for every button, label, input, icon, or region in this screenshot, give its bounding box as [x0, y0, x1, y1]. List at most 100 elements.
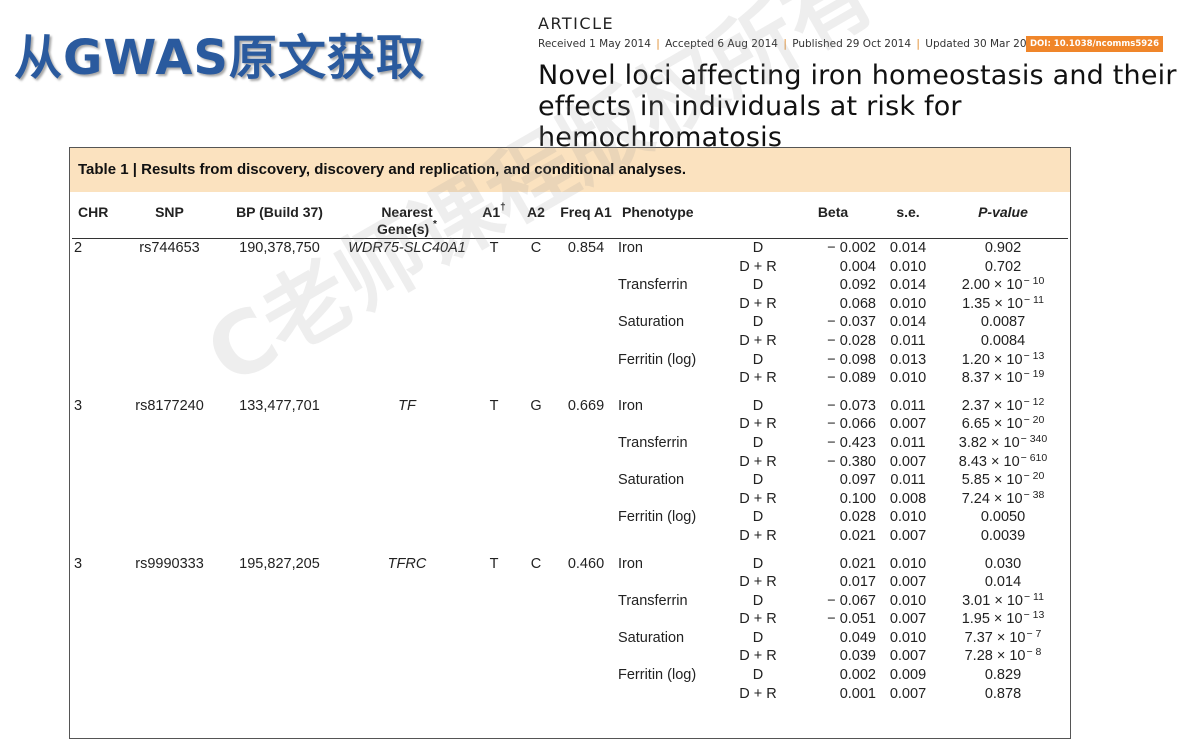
table-row: 2 rs744653 190,378,750 WDR75-SLC40A1 T C 0.854… — [72, 239, 1068, 258]
cell-p-value: 0.030 — [984, 555, 1022, 572]
p-value-mantissa: 1.35 × 10 — [962, 295, 1023, 312]
cell-analysis: D + R — [739, 685, 777, 702]
cell-se: 0.014 — [889, 277, 927, 294]
cell-empty — [72, 471, 122, 490]
cell-empty — [217, 629, 342, 648]
cell-beta: − 0.051 — [827, 611, 876, 628]
table-row: D + R − 0.028 0.011 0.0084 — [72, 332, 1068, 351]
cell-empty — [72, 629, 122, 648]
cell-empty — [122, 573, 217, 592]
cell-bp: 133,477,701 — [239, 397, 320, 414]
table-row: Transferrin D 0.092 0.014 2.00 × 10− 10 — [72, 275, 1068, 295]
p-value-exponent: − 13 — [1023, 609, 1045, 622]
cell-freq: 0.460 — [567, 555, 605, 572]
cell-empty — [72, 527, 122, 546]
cell-empty — [122, 490, 217, 509]
article-dates-row: Received 1 May 2014 | Accepted 6 Aug 201… — [538, 35, 1178, 57]
row-spacer-cell — [72, 388, 1068, 397]
cell-se: 0.011 — [890, 332, 926, 349]
cell-p-value: 7.37 × 10− 7 — [938, 628, 1068, 648]
p-value-mantissa: 7.37 × 10 — [964, 629, 1026, 646]
cell-se: 0.009 — [889, 667, 927, 684]
cell-se: 0.010 — [889, 555, 927, 572]
cell-empty — [72, 508, 122, 527]
cell-analysis: D — [752, 592, 764, 609]
cell-empty — [122, 434, 217, 453]
cell-empty — [342, 471, 472, 490]
results-body: 2 rs744653 190,378,750 WDR75-SLC40A1 T C 0.854… — [72, 239, 1068, 704]
table-row: 3 rs8177240 133,477,701 TF T G 0.669 Iron D − 0.0… — [72, 396, 1068, 416]
cell-beta: − 0.066 — [827, 416, 876, 433]
cell-empty — [516, 276, 556, 295]
cell-phenotype — [616, 490, 728, 509]
header-p-value-label: P-value — [978, 204, 1028, 220]
cell-beta: − 0.067 — [827, 592, 876, 609]
cell-empty — [556, 685, 616, 704]
header-bp: BP (Build 37) — [217, 192, 342, 239]
cell-empty — [122, 258, 217, 277]
cell-empty — [556, 629, 616, 648]
cell-empty — [516, 490, 556, 509]
cell-empty — [556, 666, 616, 685]
cell-empty — [72, 666, 122, 685]
cell-se: 0.010 — [889, 592, 927, 609]
cell-phenotype — [616, 610, 728, 629]
date-separator: | — [783, 38, 787, 50]
cell-beta: 0.021 — [839, 555, 876, 572]
cell-chr: 3 — [74, 397, 83, 414]
cell-beta: 0.002 — [839, 667, 876, 684]
cell-empty — [516, 434, 556, 453]
cell-analysis: D — [752, 509, 764, 526]
cell-empty — [516, 629, 556, 648]
table-row: D + R 0.021 0.007 0.0039 — [72, 527, 1068, 546]
cell-empty — [122, 295, 217, 314]
cell-empty — [122, 471, 217, 490]
cell-phenotype — [616, 647, 728, 666]
cell-empty — [342, 685, 472, 704]
cell-empty — [217, 453, 342, 472]
cell-empty — [72, 647, 122, 666]
cell-p-value: 0.0039 — [980, 527, 1026, 544]
cell-empty — [122, 610, 217, 629]
cell-empty — [122, 453, 217, 472]
cell-empty — [472, 369, 516, 388]
cell-analysis: D + R — [739, 648, 777, 665]
updated-date: Updated 30 Mar 2014 — [925, 38, 1040, 50]
cell-empty — [72, 592, 122, 611]
cell-empty — [556, 508, 616, 527]
cell-empty — [516, 258, 556, 277]
cell-p-value: 2.00 × 10− 10 — [938, 275, 1068, 295]
cell-se: 0.007 — [889, 416, 927, 433]
cell-nearest-gene: WDR75-SLC40A1 — [348, 240, 466, 256]
cell-analysis: D + R — [739, 453, 777, 470]
cell-empty — [556, 313, 616, 332]
doi-badge[interactable]: DOI: 10.1038/ncomms5926 — [1026, 36, 1163, 52]
cell-nearest-gene: TF — [398, 397, 416, 414]
table-row: Transferrin D − 0.423 0.011 3.82 × 10− 340 — [72, 433, 1068, 453]
cell-p-value: 1.20 × 10− 13 — [938, 350, 1068, 370]
cell-empty — [516, 666, 556, 685]
article-title-line-2: effects in individuals at risk for hemoc… — [538, 91, 962, 153]
table-row: D + R 0.039 0.007 7.28 × 10− 8 — [72, 646, 1068, 666]
cell-analysis: D — [752, 277, 764, 294]
cell-empty — [122, 415, 217, 434]
cell-snp: rs744653 — [139, 240, 200, 256]
cell-empty — [342, 351, 472, 370]
cell-empty — [472, 276, 516, 295]
row-spacer-cell — [72, 546, 1068, 555]
cell-empty — [342, 258, 472, 277]
cell-analysis: D — [752, 667, 764, 684]
cell-se: 0.008 — [889, 490, 927, 507]
cell-freq: 0.854 — [567, 240, 605, 256]
cell-empty — [472, 415, 516, 434]
article-title: Novel loci affecting iron homeostasis an… — [538, 60, 1178, 153]
cell-empty — [217, 508, 342, 527]
cell-empty — [342, 490, 472, 509]
cell-p-value: 6.65 × 10− 20 — [938, 414, 1068, 434]
cell-empty — [342, 592, 472, 611]
cell-p-value: 0.829 — [984, 667, 1022, 684]
cell-empty — [342, 369, 472, 388]
cell-empty — [342, 276, 472, 295]
header-gene-line-1: Nearest — [381, 204, 433, 220]
cell-empty — [217, 573, 342, 592]
